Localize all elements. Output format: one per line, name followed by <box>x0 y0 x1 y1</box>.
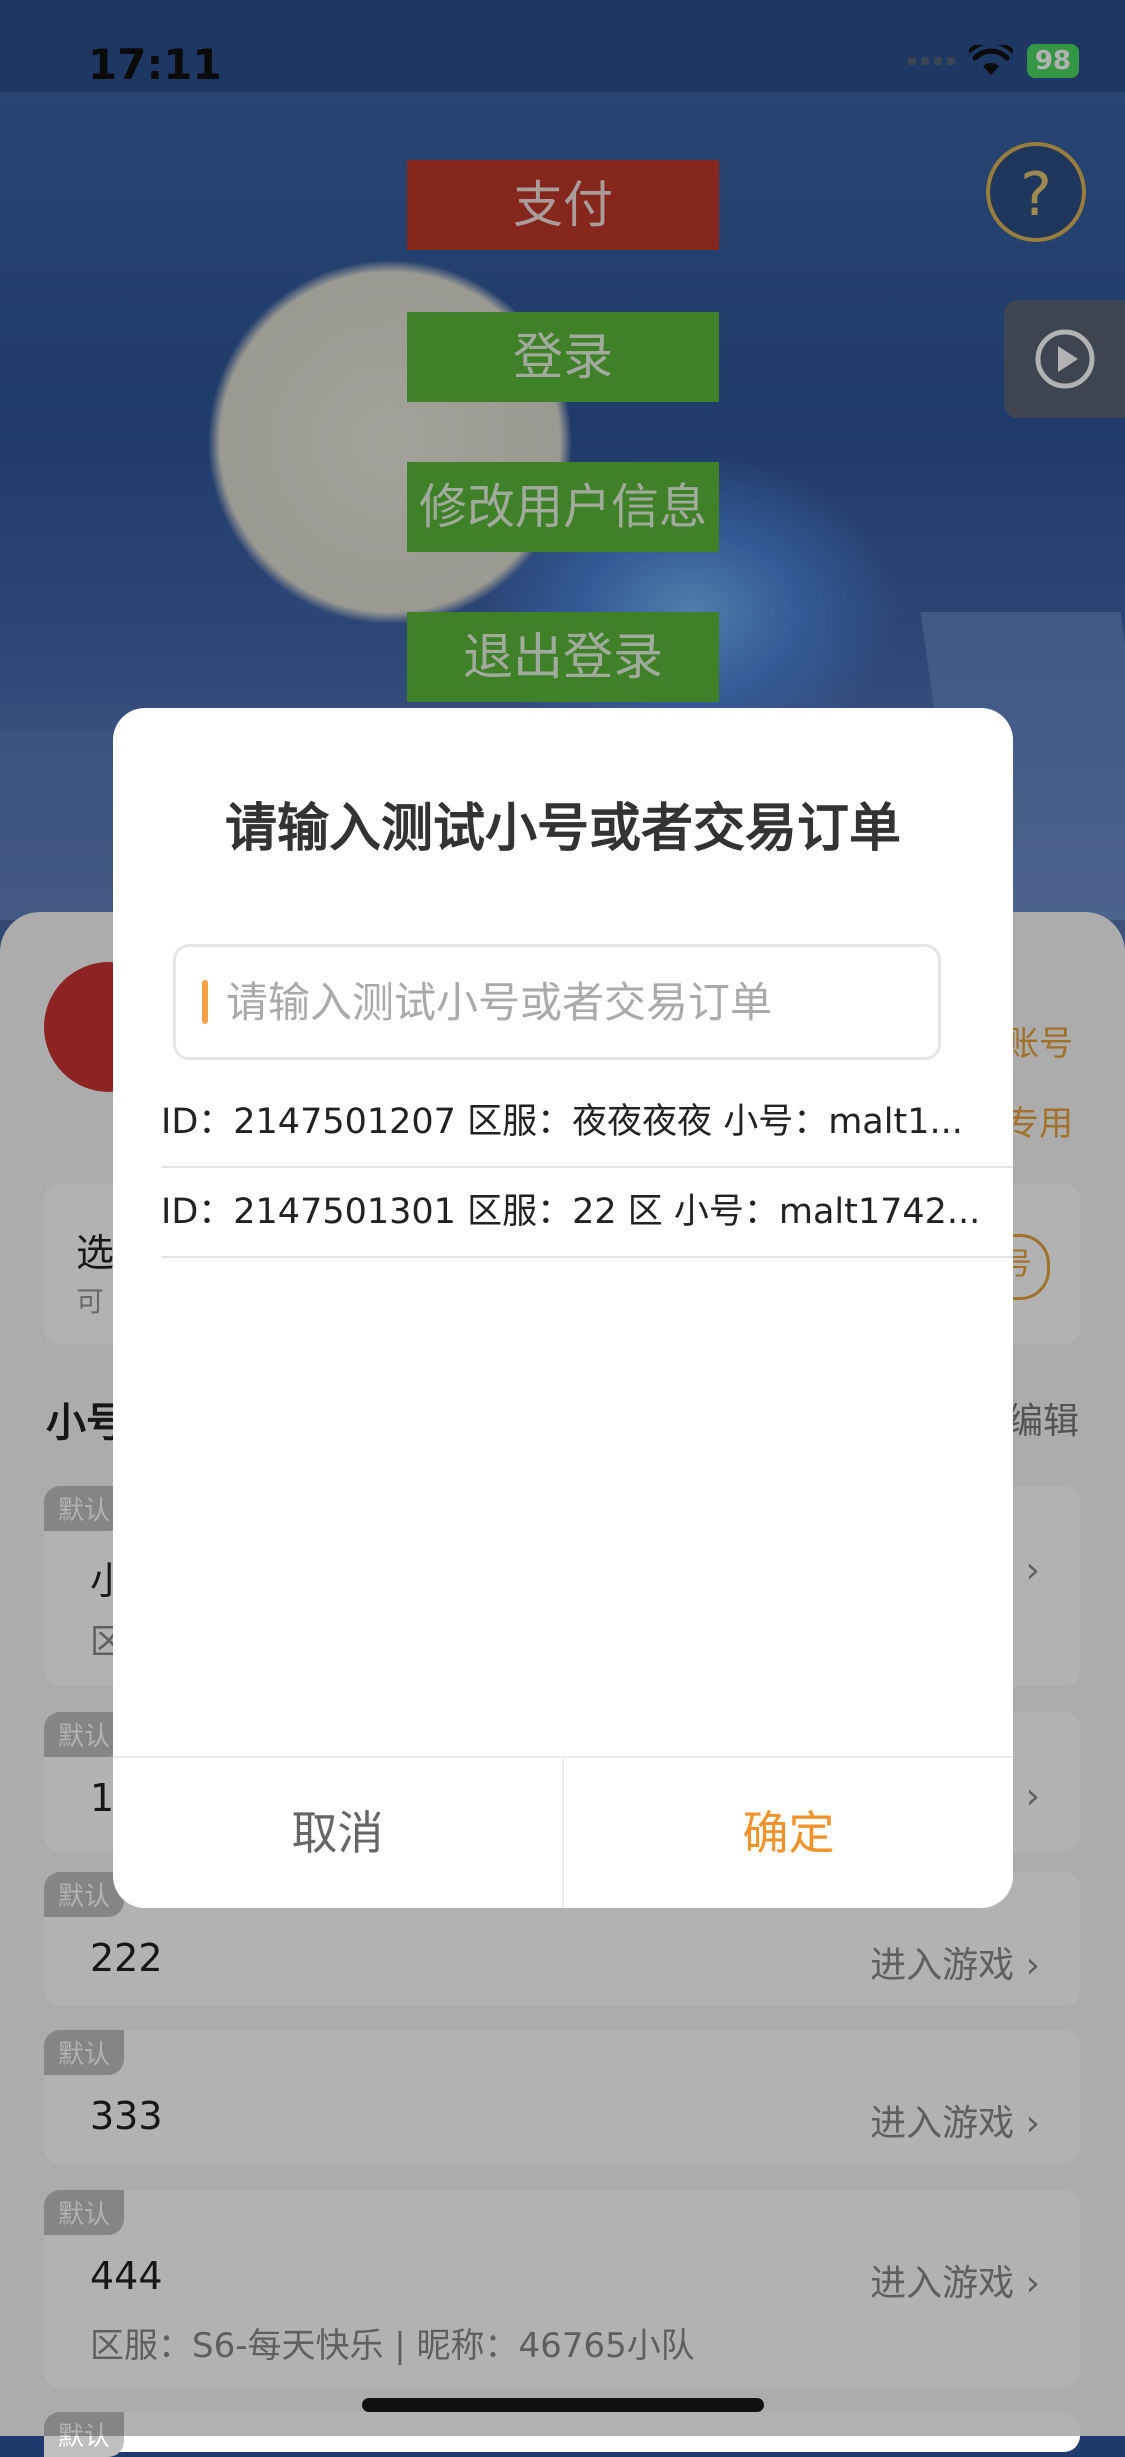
order-input-field[interactable] <box>173 944 941 1060</box>
dialog-title: 请输入测试小号或者交易订单 <box>224 799 901 859</box>
cancel-button[interactable]: 取消 <box>113 1758 564 1908</box>
dialog-footer: 取消 确定 <box>113 1756 1013 1908</box>
confirm-button[interactable]: 确定 <box>564 1758 1013 1908</box>
order-input[interactable] <box>224 976 938 1028</box>
history-list: ID：2147501207 区服：夜夜夜夜 小号：malt1... ID：214… <box>161 1078 1013 1258</box>
history-item[interactable]: ID：2147501207 区服：夜夜夜夜 小号：malt1... <box>161 1078 1013 1168</box>
home-indicator[interactable] <box>362 2398 764 2412</box>
history-item[interactable]: ID：2147501301 区服：22 区 小号：malt1742... <box>161 1168 1013 1258</box>
test-account-dialog: 请输入测试小号或者交易订单 ID：2147501207 区服：夜夜夜夜 小号：m… <box>113 708 1013 1908</box>
text-cursor <box>202 980 208 1024</box>
